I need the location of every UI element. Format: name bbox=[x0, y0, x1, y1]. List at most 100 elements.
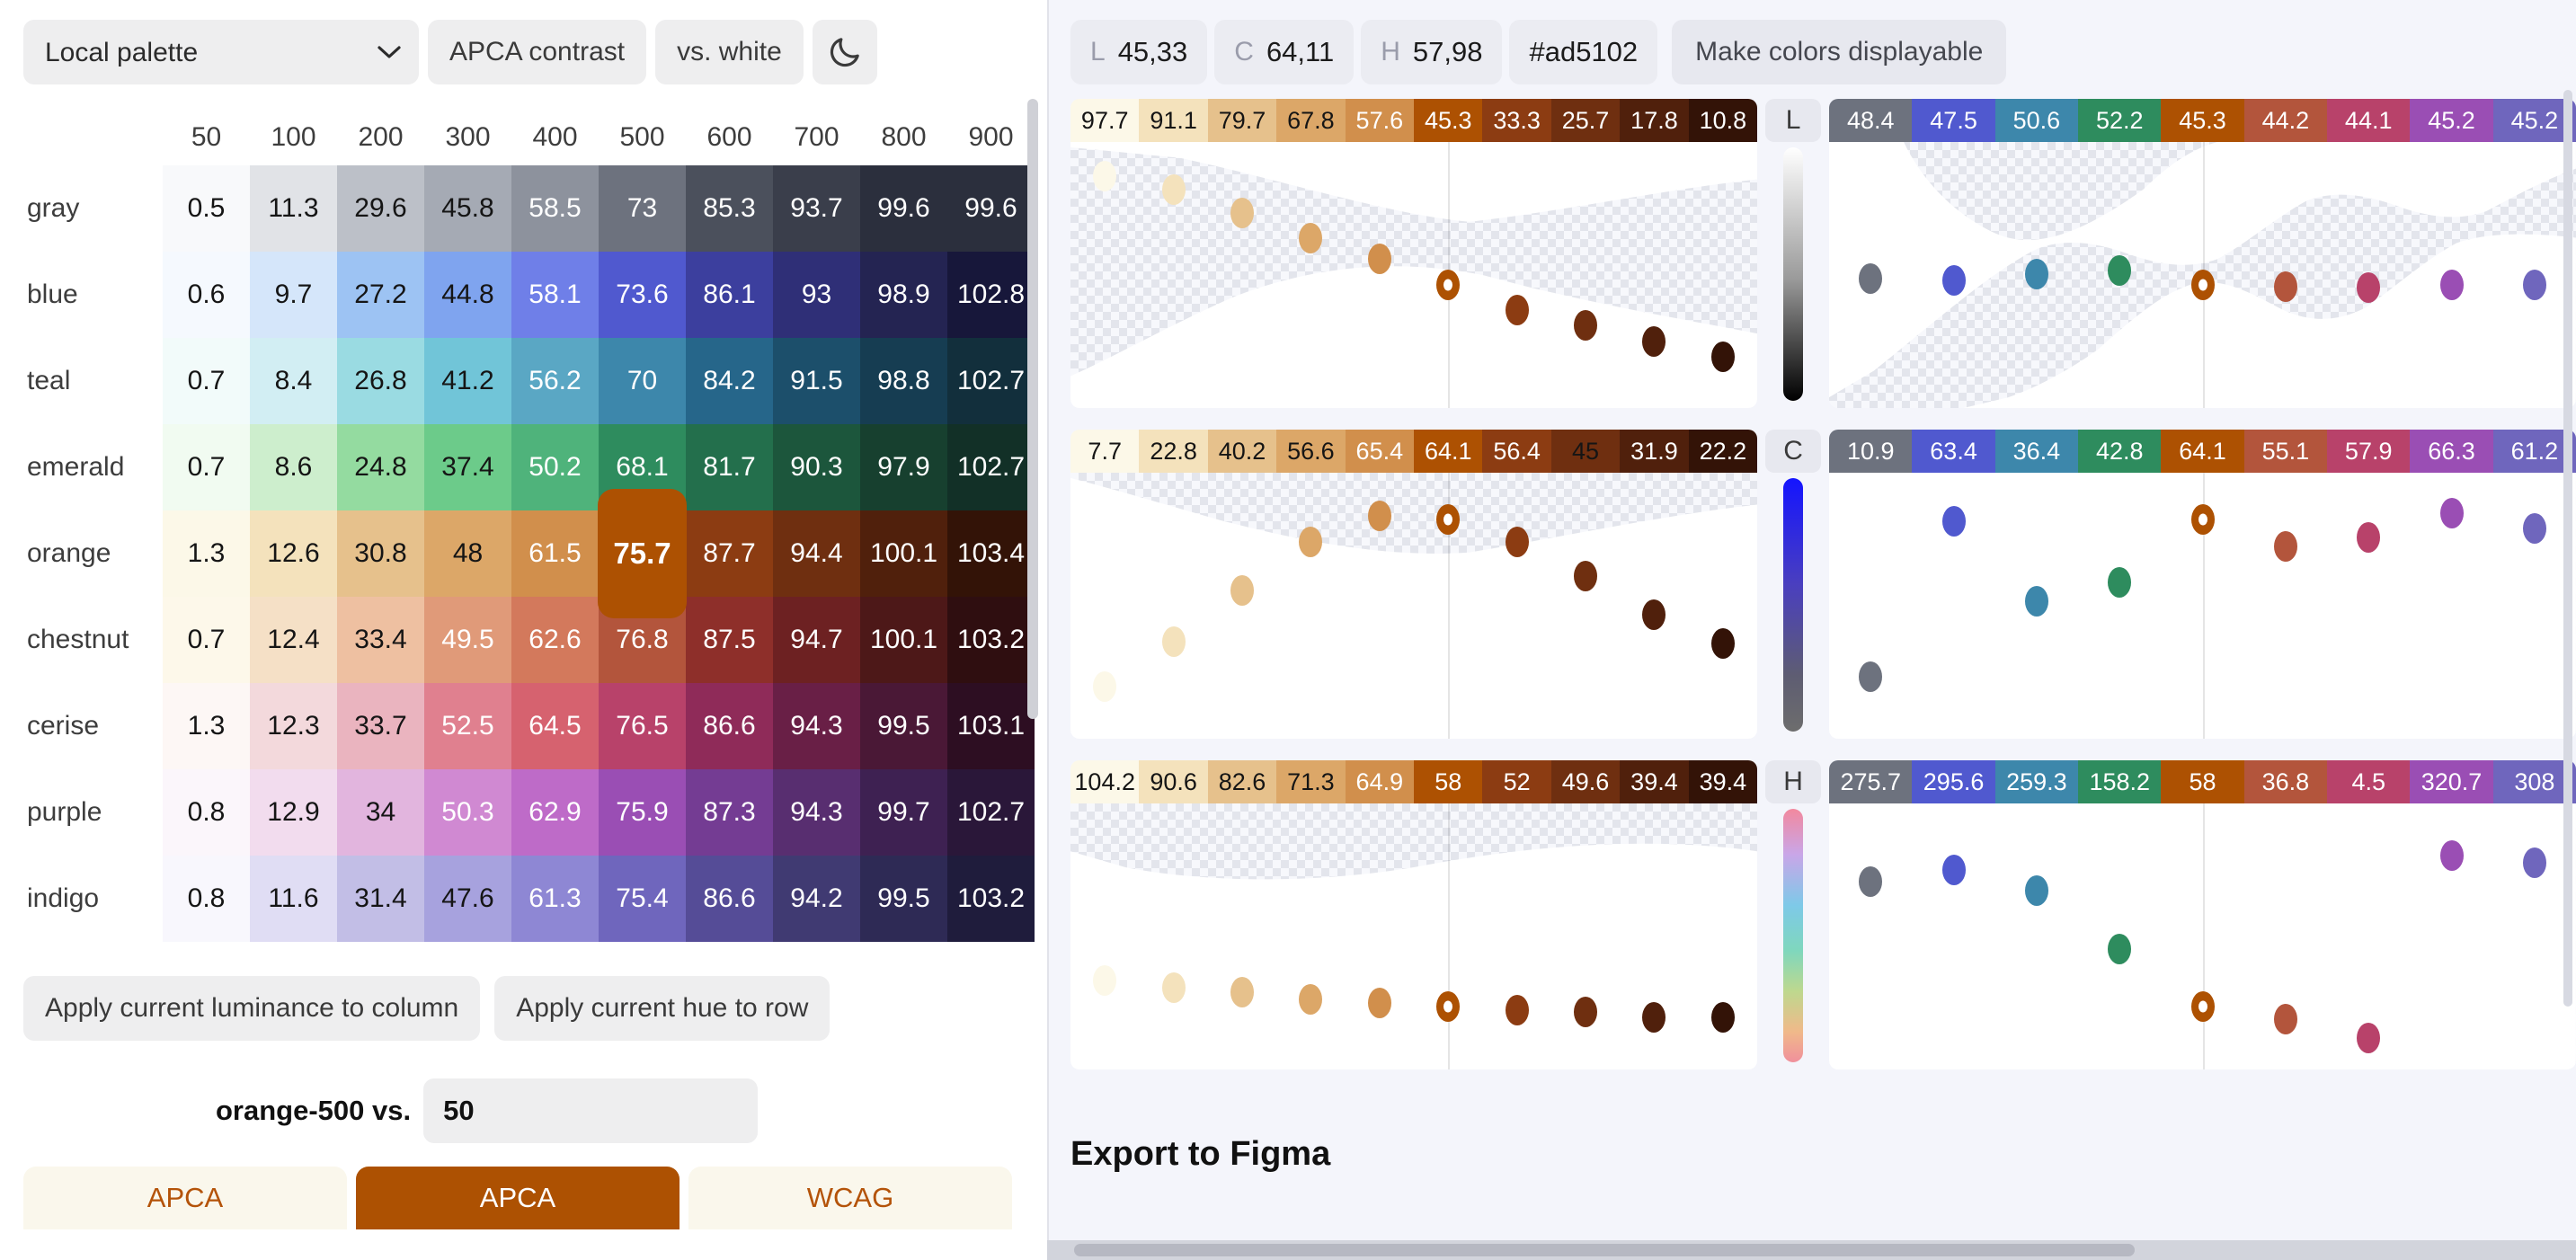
palette-cell[interactable]: 8.6 bbox=[250, 424, 337, 510]
lch-chip-c[interactable]: C 64,11 bbox=[1214, 20, 1355, 84]
palette-cell[interactable]: 94.4 bbox=[773, 510, 860, 597]
palette-cell[interactable]: 87.3 bbox=[686, 769, 773, 856]
chart-data-point[interactable] bbox=[1436, 504, 1461, 536]
palette-row-label[interactable]: indigo bbox=[23, 856, 163, 942]
palette-cell[interactable]: 24.8 bbox=[337, 424, 424, 510]
palette-cell[interactable]: 102.7 bbox=[947, 338, 1035, 424]
palette-cell[interactable]: 41.2 bbox=[424, 338, 511, 424]
chart-value-chip[interactable]: 49.6 bbox=[1550, 760, 1621, 803]
palette-cell[interactable]: 58.1 bbox=[511, 252, 599, 338]
palette-cell[interactable]: 61.5 bbox=[511, 510, 599, 597]
chart-plot-area[interactable] bbox=[1070, 803, 1758, 1069]
palette-cell[interactable]: 102.8 bbox=[947, 252, 1035, 338]
palette-row-label[interactable]: orange bbox=[23, 510, 163, 597]
palette-cell[interactable]: 27.2 bbox=[337, 252, 424, 338]
palette-column-header[interactable]: 300 bbox=[424, 110, 511, 165]
palette-cell[interactable]: 9.7 bbox=[250, 252, 337, 338]
palette-cell[interactable]: 103.1 bbox=[947, 683, 1035, 769]
chart-data-point[interactable] bbox=[1710, 341, 1735, 372]
chart-value-chip[interactable]: 22.2 bbox=[1688, 430, 1758, 473]
palette-cell[interactable]: 11.3 bbox=[250, 165, 337, 252]
chart-value-chip[interactable]: 64.1 bbox=[1414, 430, 1483, 473]
chart-value-chip[interactable]: 64.9 bbox=[1345, 760, 1415, 803]
chart-data-point[interactable] bbox=[1230, 977, 1255, 1008]
palette-cell[interactable]: 70 bbox=[599, 338, 686, 424]
palette-cell[interactable]: 0.8 bbox=[163, 856, 250, 942]
chart-data-point[interactable] bbox=[1859, 661, 1883, 693]
chart-data-point[interactable] bbox=[2439, 497, 2464, 528]
chart-value-chip[interactable]: 4.5 bbox=[2327, 760, 2411, 803]
chart-data-point[interactable] bbox=[1505, 995, 1529, 1026]
chart-plot-area[interactable] bbox=[1829, 142, 2576, 408]
palette-row-label[interactable]: gray bbox=[23, 165, 163, 252]
chart-data-point[interactable] bbox=[1367, 244, 1391, 275]
chart-value-chip[interactable]: 97.7 bbox=[1070, 99, 1140, 142]
chart-data-point[interactable] bbox=[2024, 875, 2048, 907]
chart-value-chip[interactable]: 42.8 bbox=[2078, 430, 2162, 473]
chart-value-chip[interactable]: 259.3 bbox=[1994, 760, 2079, 803]
chart-value-chip[interactable]: 7.7 bbox=[1070, 430, 1140, 473]
chart-value-chip[interactable]: 10.8 bbox=[1688, 99, 1758, 142]
palette-cell[interactable]: 44.8 bbox=[424, 252, 511, 338]
chart-value-chip[interactable]: 50.6 bbox=[1994, 99, 2079, 142]
chart-value-chip[interactable]: 33.3 bbox=[1482, 99, 1551, 142]
chart-data-point[interactable] bbox=[1230, 574, 1255, 606]
chart-value-chip[interactable]: 40.2 bbox=[1207, 430, 1277, 473]
palette-cell[interactable]: 86.6 bbox=[686, 856, 773, 942]
chart-value-chip[interactable]: 52.2 bbox=[2078, 99, 2162, 142]
chart-data-point[interactable] bbox=[1230, 198, 1255, 229]
chart-data-point[interactable] bbox=[2357, 1022, 2381, 1053]
chart-value-chip[interactable]: 55.1 bbox=[2243, 430, 2328, 473]
chart-data-point[interactable] bbox=[2190, 991, 2215, 1023]
chart-plot-area[interactable] bbox=[1829, 803, 2576, 1069]
chart-data-point[interactable] bbox=[2357, 271, 2381, 303]
chart-value-chip[interactable]: 25.7 bbox=[1550, 99, 1621, 142]
palette-cell[interactable]: 33.7 bbox=[337, 683, 424, 769]
chart-value-chip[interactable]: 36.8 bbox=[2243, 760, 2328, 803]
chart-value-chip[interactable]: 45.3 bbox=[1414, 99, 1483, 142]
palette-cell[interactable]: 29.6 bbox=[337, 165, 424, 252]
palette-cell[interactable]: 87.5 bbox=[686, 597, 773, 683]
palette-cell[interactable]: 11.6 bbox=[250, 856, 337, 942]
palette-cell[interactable]: 102.7 bbox=[947, 769, 1035, 856]
apply-luminance-to-column-button[interactable]: Apply current luminance to column bbox=[23, 976, 481, 1041]
chart-value-chip[interactable]: 275.7 bbox=[1829, 760, 1913, 803]
chart-value-chip[interactable]: 47.5 bbox=[1912, 99, 1995, 142]
chart-data-point[interactable] bbox=[2024, 258, 2048, 289]
palette-cell[interactable]: 75.4 bbox=[599, 856, 686, 942]
palette-cell[interactable]: 86.6 bbox=[686, 683, 773, 769]
chart-data-point[interactable] bbox=[1299, 526, 1323, 557]
chart-data-point[interactable] bbox=[1941, 506, 1966, 537]
palette-cell[interactable]: 1.3 bbox=[163, 510, 250, 597]
chart-data-point[interactable] bbox=[2439, 270, 2464, 301]
palette-cell[interactable]: 103.2 bbox=[947, 597, 1035, 683]
chart-value-chip[interactable]: 64.1 bbox=[2161, 430, 2244, 473]
palette-column-header[interactable]: 700 bbox=[773, 110, 860, 165]
chart-data-point[interactable] bbox=[1859, 262, 1883, 294]
palette-cell[interactable]: 61.3 bbox=[511, 856, 599, 942]
chart-data-point[interactable] bbox=[1367, 987, 1391, 1018]
contrast-target-button[interactable]: vs. white bbox=[655, 20, 804, 84]
chart-data-point[interactable] bbox=[1642, 326, 1666, 358]
chart-value-chip[interactable]: 295.6 bbox=[1912, 760, 1995, 803]
palette-cell[interactable]: 30.8 bbox=[337, 510, 424, 597]
palette-column-header[interactable]: 900 bbox=[947, 110, 1035, 165]
palette-cell[interactable]: 76.5 bbox=[599, 683, 686, 769]
palette-cell[interactable]: 0.8 bbox=[163, 769, 250, 856]
palette-cell[interactable]: 75.7 bbox=[598, 489, 687, 618]
chart-data-point[interactable] bbox=[1574, 996, 1598, 1027]
chart-data-point[interactable] bbox=[2024, 586, 2048, 617]
chart-value-chip[interactable]: 39.4 bbox=[1688, 760, 1758, 803]
palette-cell[interactable]: 0.7 bbox=[163, 338, 250, 424]
palette-cell[interactable]: 47.6 bbox=[424, 856, 511, 942]
chart-value-chip[interactable]: 65.4 bbox=[1345, 430, 1415, 473]
palette-column-header[interactable]: 500 bbox=[599, 110, 686, 165]
chart-value-chip[interactable]: 71.3 bbox=[1276, 760, 1346, 803]
slider-track-c[interactable] bbox=[1783, 478, 1804, 732]
chart-value-chip[interactable]: 10.9 bbox=[1829, 430, 1913, 473]
chart-data-point[interactable] bbox=[1574, 310, 1598, 342]
palette-cell[interactable]: 49.5 bbox=[424, 597, 511, 683]
palette-cell[interactable]: 81.7 bbox=[686, 424, 773, 510]
contrast-tab-1[interactable]: APCA bbox=[356, 1167, 680, 1229]
palette-cell[interactable]: 73.6 bbox=[599, 252, 686, 338]
